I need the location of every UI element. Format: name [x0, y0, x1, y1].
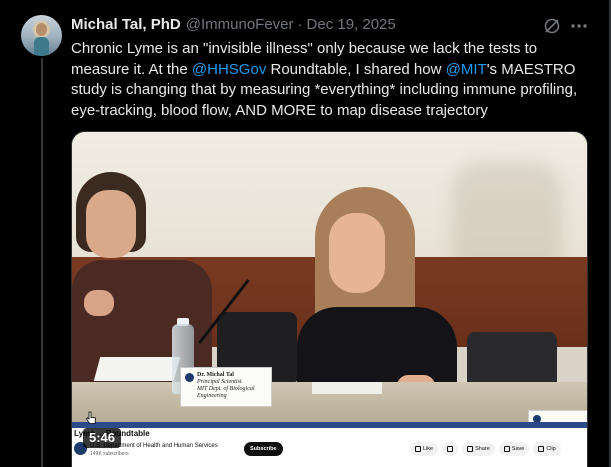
nameplate-title: Principal Scientist	[197, 379, 242, 385]
like-label: Like	[423, 446, 434, 452]
save-button[interactable]: Save	[498, 442, 530, 456]
like-button[interactable]: Like	[410, 442, 439, 456]
nameplate: Dr. Michal Tal Principal Scientist MIT D…	[180, 367, 272, 407]
clip-button[interactable]: Clip	[533, 442, 561, 456]
mention-mit[interactable]: @MIT	[446, 61, 487, 78]
share-label: Share	[475, 446, 490, 452]
seal-icon	[185, 373, 194, 382]
thumbs-up-icon	[415, 446, 421, 452]
share-icon	[467, 446, 474, 452]
grok-icon[interactable]	[543, 17, 561, 35]
youtube-info-bar: Lyme ... Roundtable U.S. Department of H…	[72, 428, 587, 467]
author-handle[interactable]: @ImmunoFever	[186, 16, 294, 33]
author-name[interactable]: Michal Tal, PhD	[71, 16, 181, 33]
post-text-part: Roundtable, I shared how	[266, 60, 446, 78]
post-text: Chronic Lyme is an "invisible illness" o…	[71, 39, 591, 121]
clip-label: Clip	[546, 446, 556, 452]
video-actions: Like Share Save Clip	[410, 442, 561, 456]
post-frame: Michal Tal, PhD @ImmunoFever · Dec 19, 2…	[0, 0, 611, 467]
save-icon	[503, 446, 510, 452]
subscribe-button[interactable]: Subscribe	[244, 442, 283, 456]
subscriber-count: 149K subscribers	[90, 451, 129, 457]
dislike-button[interactable]	[442, 442, 459, 456]
post-date[interactable]: Dec 19, 2025	[307, 16, 396, 33]
nameplate-org: MIT Dept. of Biological Engineering	[197, 386, 255, 399]
hand-cursor-icon	[85, 411, 96, 424]
video-timestamp: 5:46	[83, 428, 122, 448]
separator-dot: ·	[297, 16, 303, 33]
save-label: Save	[511, 446, 525, 452]
post-header: Michal Tal, PhD @ImmunoFever · Dec 19, 2…	[71, 16, 396, 36]
thread-line	[41, 58, 43, 467]
video-player[interactable]: Dr. Michal Tal Principal Scientist MIT D…	[71, 131, 588, 467]
share-button[interactable]: Share	[462, 442, 495, 456]
thumbs-down-icon	[447, 446, 454, 452]
nameplate-name: Dr. Michal Tal	[197, 372, 234, 378]
avatar[interactable]	[21, 15, 62, 56]
mention-hhsgov[interactable]: @HHSGov	[192, 61, 266, 78]
clip-icon	[538, 446, 545, 452]
more-icon[interactable]	[570, 17, 588, 35]
